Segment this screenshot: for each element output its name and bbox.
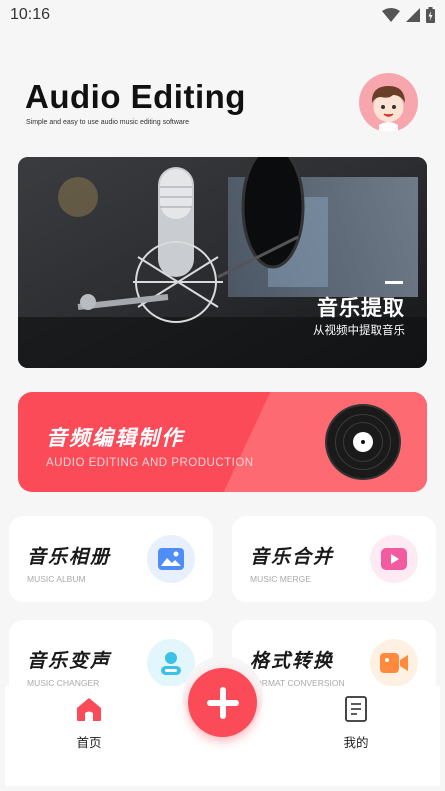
audio-editing-card[interactable]: 音频编辑制作 AUDIO EDITING AND PRODUCTION bbox=[18, 392, 427, 492]
wifi-icon bbox=[382, 8, 400, 22]
card-title: 音乐合并 bbox=[250, 546, 335, 568]
status-time: 10:16 bbox=[10, 6, 51, 23]
document-icon bbox=[345, 696, 367, 722]
music-album-card[interactable]: 音乐相册 MUSIC ALBUM bbox=[9, 516, 213, 602]
banner-title: 音乐提取 bbox=[317, 296, 405, 320]
card-title: 音乐相册 bbox=[27, 546, 112, 568]
video-icon bbox=[370, 639, 418, 687]
music-merge-card[interactable]: 音乐合并 MUSIC MERGE bbox=[232, 516, 436, 602]
add-button[interactable] bbox=[188, 668, 257, 737]
card-subtitle: MUSIC MERGE bbox=[250, 574, 311, 584]
status-icons bbox=[382, 7, 435, 23]
battery-icon bbox=[426, 7, 435, 23]
status-bar: 10:16 bbox=[0, 0, 445, 30]
card-title: 音乐变声 bbox=[27, 650, 112, 672]
red-card-title: 音频编辑制作 bbox=[46, 426, 184, 450]
cartoon-avatar-icon bbox=[371, 85, 405, 132]
music-extract-banner[interactable]: 音乐提取 从视频中提取音乐 bbox=[18, 157, 427, 368]
signal-icon bbox=[406, 8, 420, 22]
vinyl-record-icon bbox=[327, 406, 399, 478]
nav-mine[interactable]: 我的 bbox=[316, 696, 396, 751]
card-subtitle: MUSIC ALBUM bbox=[27, 574, 86, 584]
nav-home[interactable]: 首页 bbox=[49, 696, 129, 751]
avatar[interactable] bbox=[359, 73, 418, 132]
plus-icon bbox=[206, 686, 239, 719]
nav-home-label: 首页 bbox=[76, 735, 102, 750]
app-subtitle: Simple and easy to use audio music editi… bbox=[26, 119, 190, 126]
banner-decor-line bbox=[385, 281, 403, 284]
home-icon bbox=[77, 698, 101, 721]
banner-subtitle: 从视频中提取音乐 bbox=[313, 323, 405, 337]
card-title: 格式转换 bbox=[250, 650, 335, 672]
nav-mine-label: 我的 bbox=[343, 735, 369, 750]
image-icon bbox=[147, 535, 195, 583]
play-icon bbox=[370, 535, 418, 583]
red-card-subtitle: AUDIO EDITING AND PRODUCTION bbox=[46, 457, 254, 469]
app-title: Audio Editing bbox=[25, 78, 246, 115]
